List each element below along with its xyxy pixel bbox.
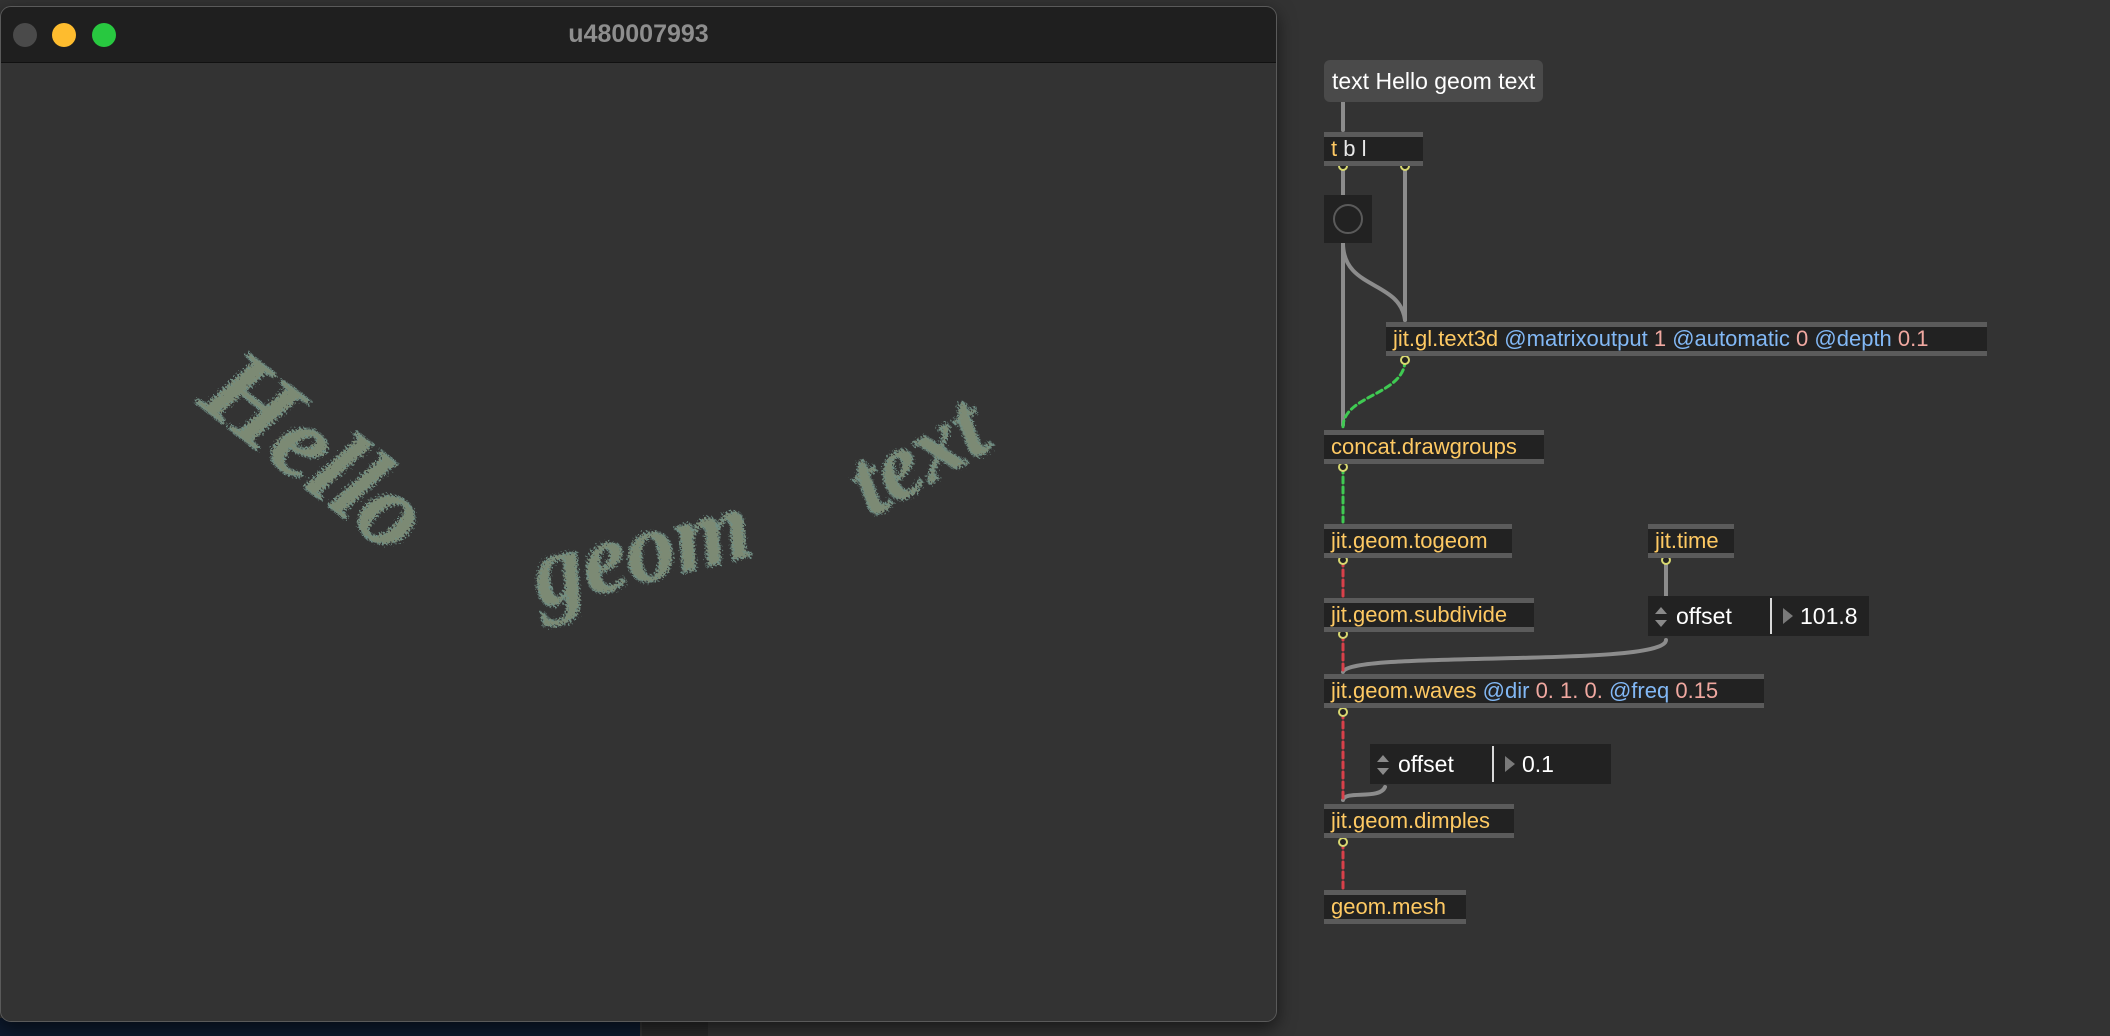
number-triangle-icon [1783,608,1793,624]
trigger-object[interactable]: t b l [1324,132,1423,166]
patch-cords [1338,98,1671,890]
concat-drawgroups-object[interactable]: concat.drawgroups [1324,430,1544,464]
attr-freq: @freq [1608,678,1670,703]
text-message-box[interactable]: text Hello geom text [1324,60,1544,102]
bang-button[interactable] [1324,195,1372,243]
waves-object[interactable]: jit.geom.waves @dir 0. 1. 0. @freq 0.15 [1324,674,1764,708]
number-box-separator [1770,598,1772,634]
value-automatic: 0 [1796,326,1809,351]
value-depth: 0.1 [1897,326,1929,351]
offset-label: offset [1398,751,1454,777]
stepper-arrows-icon [1655,607,1667,627]
trigger-name: t [1331,136,1338,161]
subdivide-object[interactable]: jit.geom.subdivide [1324,598,1534,632]
attr-depth: @depth [1814,326,1892,351]
attr-matrixoutput: @matrixoutput [1504,326,1648,351]
text3d-object[interactable]: jit.gl.text3d @matrixoutput 1 @automatic… [1386,322,1987,356]
waves-name: jit.geom.waves [1331,678,1477,703]
value-dir: 0. 1. 0. [1535,678,1603,703]
offset-number-box[interactable]: offset 101.8 [1648,596,1869,636]
value-matrixoutput: 1 [1653,326,1667,351]
attr-automatic: @automatic [1672,326,1790,351]
trigger-args: b l [1343,136,1367,161]
offset-value: 101.8 [1800,603,1858,629]
number-box-separator [1492,746,1494,782]
geom-mesh-object[interactable]: geom.mesh [1324,890,1466,924]
offset-value: 0.1 [1522,751,1554,777]
jit-time-object[interactable]: jit.time [1648,524,1734,558]
value-freq: 0.15 [1675,678,1719,703]
attr-dir: @dir [1482,678,1530,703]
number-triangle-icon [1505,756,1515,772]
desktop: u480007993 Hello geom text text Hello ge… [0,0,2110,1036]
offset-label: offset [1676,603,1732,629]
togeom-object[interactable]: jit.geom.togeom [1324,524,1512,558]
stepper-arrows-icon [1377,755,1389,775]
text3d-name: jit.gl.text3d [1393,326,1499,351]
bang-circle-icon [1333,204,1363,234]
dimples-object[interactable]: jit.geom.dimples [1324,804,1514,838]
offset-number-box[interactable]: offset 0.1 [1370,744,1611,784]
